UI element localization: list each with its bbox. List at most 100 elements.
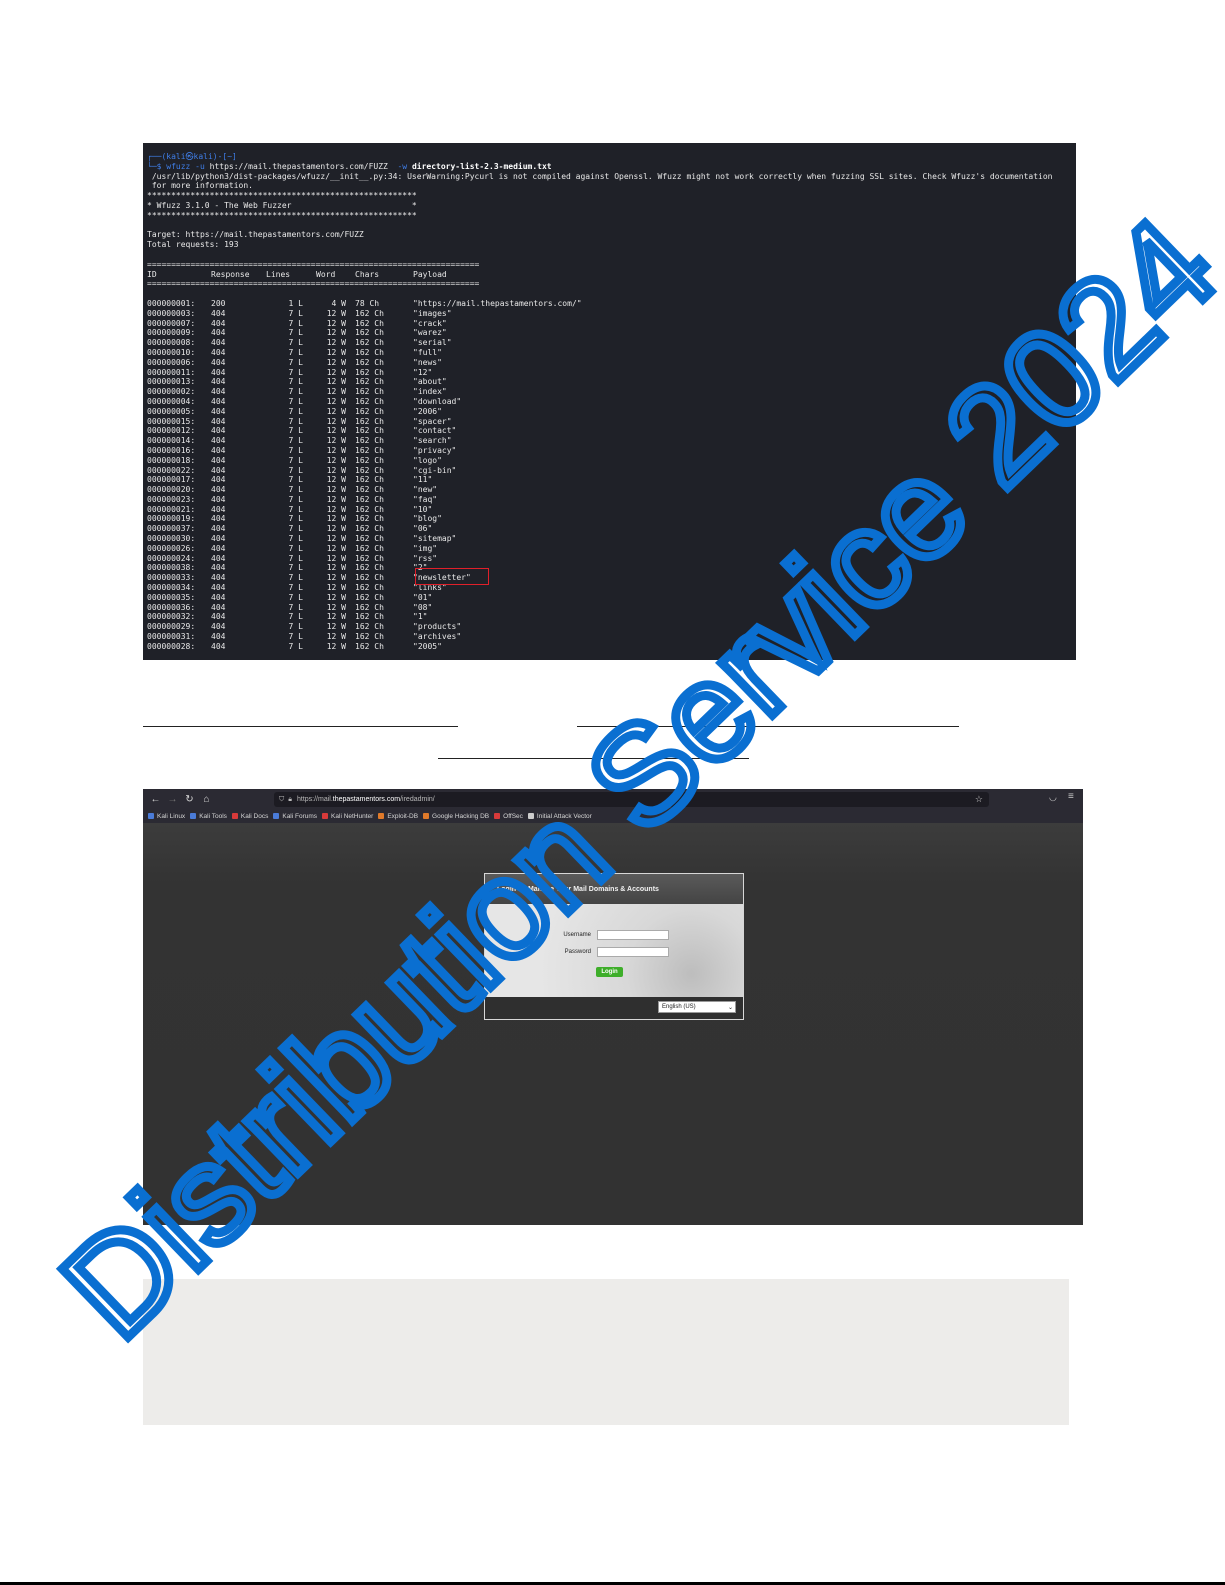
bookmark-item[interactable]: Kali NetHunter — [322, 813, 373, 820]
row-payload: "10" — [413, 504, 433, 514]
row-response: 404 — [211, 641, 226, 651]
home-icon[interactable]: ⌂ — [198, 794, 215, 805]
table-row: 000000017: 404 7 L 12 W 162 Ch "11" — [147, 475, 1072, 485]
row-chars: 162 Ch — [355, 387, 384, 397]
command-name: wfuzz — [166, 161, 191, 171]
row-word: 12 W — [326, 308, 346, 318]
row-word: 12 W — [326, 494, 346, 504]
row-word: 12 W — [326, 396, 346, 406]
row-word: 12 W — [326, 583, 346, 593]
row-payload: "news" — [413, 357, 442, 367]
row-id: 000000009: — [147, 328, 196, 338]
bookmark-label: OffSec — [503, 812, 523, 820]
bookmark-item[interactable]: Kali Linux — [148, 813, 185, 820]
table-row: 000000029: 404 7 L 12 W 162 Ch "products" — [147, 622, 1072, 632]
row-response: 404 — [211, 347, 226, 357]
row-payload: "11" — [413, 475, 433, 485]
bookmark-label: Exploit-DB — [387, 812, 419, 820]
table-row: 000000005: 404 7 L 12 W 162 Ch "2006" — [147, 407, 1072, 417]
page-content: Login To Manage Your Mail Domains & Acco… — [143, 823, 1083, 1225]
row-payload: "01" — [413, 592, 433, 602]
table-row: 000000028: 404 7 L 12 W 162 Ch "2005" — [147, 642, 1072, 652]
row-payload: "archives" — [413, 632, 462, 642]
row-payload: "download" — [413, 396, 462, 406]
back-icon[interactable]: ← — [147, 794, 164, 805]
row-word: 12 W — [326, 377, 346, 387]
row-chars: 162 Ch — [355, 494, 384, 504]
pocket-icon[interactable]: ◡ — [1049, 792, 1057, 803]
row-id: 000000004: — [147, 396, 196, 406]
row-word: 12 W — [326, 592, 346, 602]
table-row: 000000038: 404 7 L 12 W 162 Ch "2" — [147, 563, 1072, 573]
divider-line — [577, 726, 959, 727]
table-row: 000000026: 404 7 L 12 W 162 Ch "img" — [147, 544, 1072, 554]
row-id: 000000012: — [147, 426, 196, 436]
target-line: Target: https://mail.thepastamentors.com… — [147, 230, 364, 240]
username-field[interactable] — [597, 930, 669, 940]
row-response: 404 — [211, 632, 226, 642]
password-field[interactable] — [597, 947, 669, 957]
language-select[interactable]: English (US) ⌄ — [658, 1001, 736, 1013]
row-chars: 78 Ch — [355, 298, 380, 308]
url-bar[interactable]: ⛉ 🔒︎ https://mail. thepastamentors.com/ir… — [274, 792, 989, 807]
header-response: Response — [211, 269, 250, 279]
divider-line — [438, 758, 749, 759]
row-word: 4 W — [331, 298, 346, 308]
row-lines: 7 L — [288, 406, 303, 416]
row-word: 12 W — [326, 622, 346, 632]
row-lines: 7 L — [288, 347, 303, 357]
row-id: 000000035: — [147, 592, 196, 602]
row-lines: 7 L — [288, 445, 303, 455]
bookmark-label: Kali NetHunter — [331, 812, 374, 820]
row-payload: "2005" — [413, 641, 442, 651]
row-lines: 7 L — [288, 416, 303, 426]
row-response: 404 — [211, 406, 226, 416]
row-lines: 7 L — [288, 357, 303, 367]
row-payload: "logo" — [413, 455, 442, 465]
bookmark-item[interactable]: Google Hacking DB — [423, 813, 489, 820]
row-response: 404 — [211, 377, 226, 387]
table-row: 000000037: 404 7 L 12 W 162 Ch "06" — [147, 524, 1072, 534]
row-lines: 7 L — [288, 455, 303, 465]
row-response: 404 — [211, 583, 226, 593]
row-lines: 7 L — [288, 563, 303, 573]
row-id: 000000031: — [147, 632, 196, 642]
row-chars: 162 Ch — [355, 357, 384, 367]
bookmark-item[interactable]: Kali Forums — [273, 813, 317, 820]
row-response: 404 — [211, 504, 226, 514]
forward-icon[interactable]: → — [164, 794, 181, 805]
bookmark-item[interactable]: Kali Tools — [190, 813, 227, 820]
row-chars: 162 Ch — [355, 514, 384, 524]
url-path: /iredadmin/ — [400, 796, 435, 803]
row-id: 000000006: — [147, 357, 196, 367]
menu-icon[interactable]: ≡ — [1068, 791, 1074, 802]
results-header: ID Response Lines Word Chars Payload — [147, 270, 1072, 280]
bookmark-item[interactable]: OffSec — [494, 813, 523, 820]
row-payload: "2006" — [413, 406, 442, 416]
star-icon[interactable]: ☆ — [975, 794, 983, 805]
table-row: 000000015: 404 7 L 12 W 162 Ch "spacer" — [147, 417, 1072, 427]
bookmark-item[interactable]: Initial Attack Vector — [527, 813, 592, 820]
table-row: 000000012: 404 7 L 12 W 162 Ch "contact" — [147, 426, 1072, 436]
header-payload: Payload — [413, 269, 447, 279]
table-row: 000000001: 200 1 L 4 W 78 Ch "https://mail.th… — [147, 299, 1072, 309]
row-response: 404 — [211, 426, 226, 436]
table-row: 000000023: 404 7 L 12 W 162 Ch "faq" — [147, 495, 1072, 505]
bookmark-item[interactable]: Kali Docs — [231, 813, 268, 820]
bookmark-item[interactable]: Exploit-DB — [378, 813, 418, 820]
row-response: 404 — [211, 602, 226, 612]
row-chars: 162 Ch — [355, 602, 384, 612]
row-response: 404 — [211, 357, 226, 367]
row-id: 000000016: — [147, 445, 196, 455]
row-id: 000000005: — [147, 406, 196, 416]
row-payload: "12" — [413, 367, 433, 377]
total-requests: Total requests: 193 — [147, 240, 239, 250]
warning-line: /usr/lib/python3/dist-packages/wfuzz/__i… — [147, 171, 1053, 181]
warning-line: for more information. — [147, 181, 253, 191]
bookmark-icon — [423, 813, 430, 819]
login-button[interactable]: Login — [596, 967, 623, 977]
row-chars: 162 Ch — [355, 622, 384, 632]
reload-icon[interactable]: ↻ — [181, 794, 198, 805]
row-payload: "crack" — [413, 318, 447, 328]
shield-icon: ⛉ — [279, 795, 285, 803]
